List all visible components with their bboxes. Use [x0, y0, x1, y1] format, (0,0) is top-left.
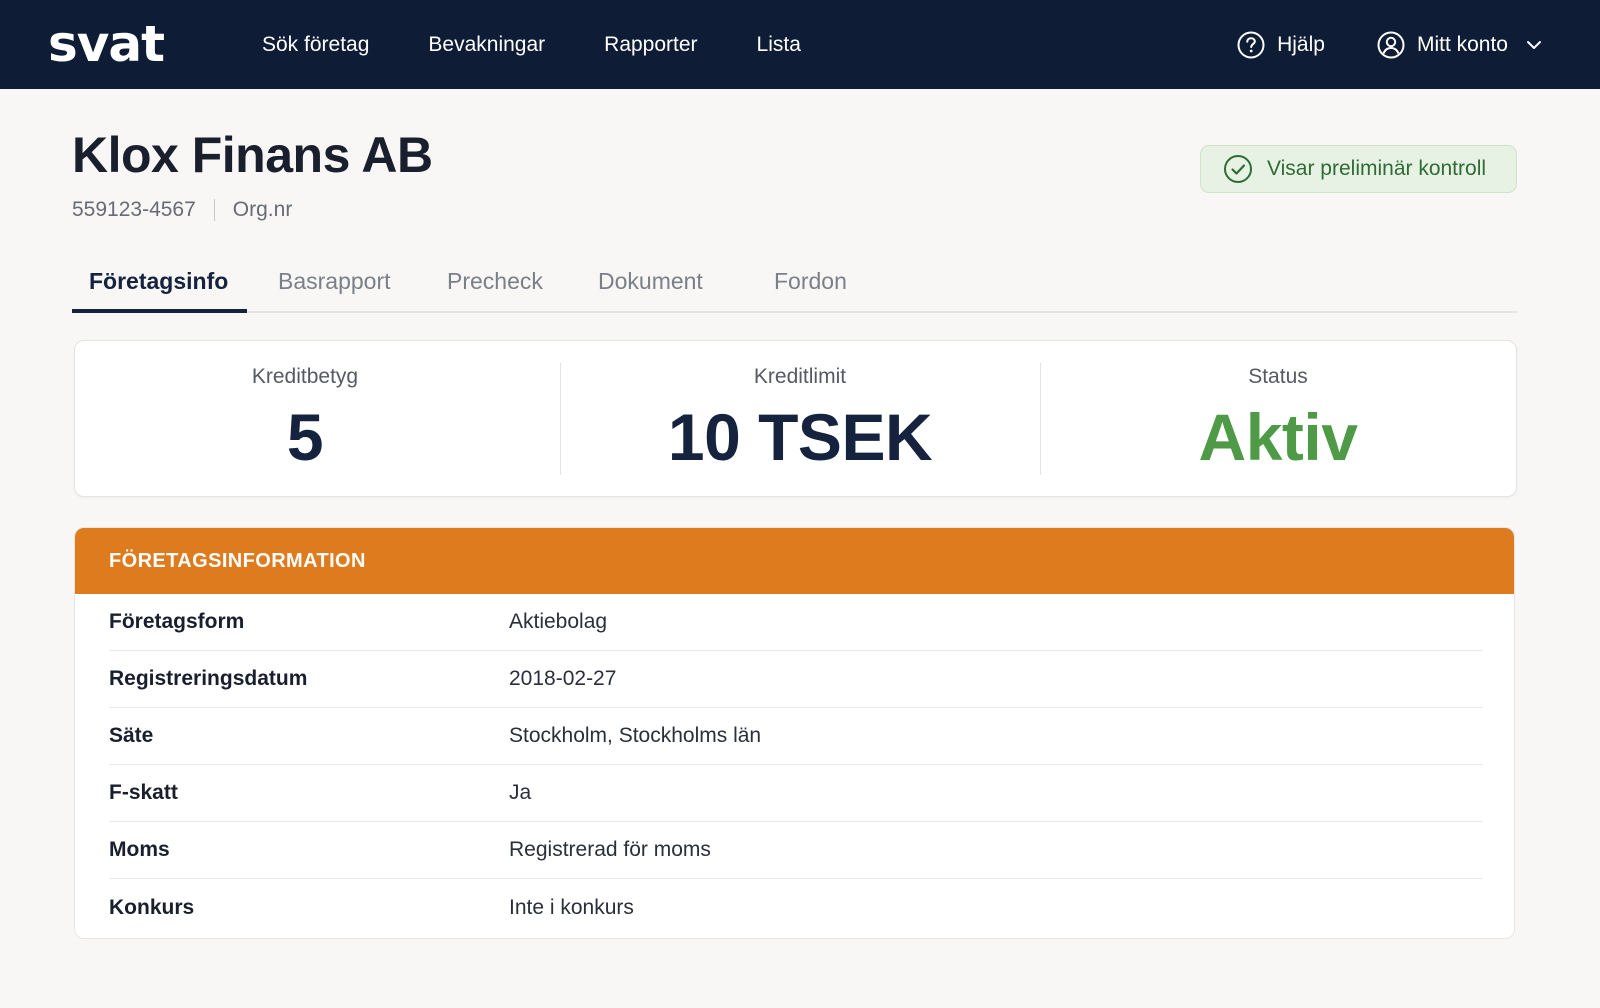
nav-right: Hjälp Mitt konto [1237, 0, 1542, 89]
help-circle-icon [1237, 31, 1265, 59]
account-menu-button[interactable]: Mitt konto [1377, 31, 1542, 59]
metric-value: 10 TSEK [667, 400, 933, 474]
company-org-info: 559123-4567 Org.nr [72, 198, 292, 222]
table-row: Registreringsdatum 2018-02-27 [109, 651, 1483, 708]
nav-item-bevakningar[interactable]: Bevakningar [428, 33, 545, 57]
status-value: Aktiv [1198, 400, 1358, 474]
active-tab-indicator [72, 309, 247, 313]
metric-value: 5 [286, 400, 324, 474]
tab-basrapport[interactable]: Basrapport [278, 268, 391, 295]
help-label: Hjälp [1277, 32, 1325, 56]
row-value: Registrerad för moms [509, 838, 711, 861]
row-key: Registreringsdatum [109, 667, 308, 690]
tab-fordon[interactable]: Fordon [774, 268, 847, 295]
row-key: F-skatt [109, 781, 178, 804]
metric-label: Kreditlimit [753, 365, 847, 388]
nav-item-sok-foretag[interactable]: Sök företag [262, 33, 369, 57]
table-row: Moms Registrerad för moms [109, 822, 1483, 879]
row-key: Moms [109, 838, 170, 861]
org-label: Org.nr [232, 198, 293, 221]
row-value: Aktiebolag [509, 610, 608, 633]
row-value: Ja [509, 781, 532, 804]
metric-status: Status Aktiv [1040, 341, 1516, 498]
metric-kreditbetyg: Kreditbetyg 5 [75, 341, 535, 498]
row-key: Konkurs [109, 895, 195, 919]
metric-kreditlimit: Kreditlimit 10 TSEK [560, 341, 1040, 498]
org-number: 559123-4567 [72, 198, 196, 221]
company-name: Klox Finans AB [72, 127, 433, 183]
nav-item-lista[interactable]: Lista [757, 33, 801, 57]
row-value: 2018-02-27 [509, 667, 617, 690]
row-key: Säte [109, 724, 154, 747]
row-value: Inte i konkurs [509, 895, 634, 919]
account-label: Mitt konto [1416, 32, 1508, 56]
top-navbar: svat Sök företag Bevakningar Rapporter L… [0, 0, 1600, 89]
main-nav: Sök företag Bevakningar Rapporter Lista [262, 0, 860, 89]
nav-item-rapporter[interactable]: Rapporter [604, 33, 697, 57]
table-row: F-skatt Ja [109, 765, 1483, 822]
brand-logo[interactable]: svat [48, 14, 165, 74]
user-circle-icon [1377, 31, 1405, 59]
row-key: Företagsform [109, 610, 245, 633]
divider [213, 199, 215, 221]
preliminary-check-badge: Visar preliminär kontroll [1200, 145, 1517, 193]
table-row: Konkurs Inte i konkurs [109, 879, 1483, 936]
table-row: Säte Stockholm, Stockholms län [109, 708, 1483, 765]
help-button[interactable]: Hjälp [1237, 31, 1325, 59]
tab-foretagsinfo[interactable]: Företagsinfo [89, 268, 228, 295]
metric-label: Status [1248, 365, 1308, 388]
metric-label: Kreditbetyg [251, 365, 359, 388]
badge-label: Visar preliminär kontroll [1267, 157, 1487, 180]
tab-dokument[interactable]: Dokument [598, 268, 703, 295]
company-information-card: FÖRETAGSINFORMATION Företagsform Aktiebo… [74, 527, 1515, 939]
company-tabs: Företagsinfo Basrapport Precheck Dokumen… [72, 258, 1517, 313]
tab-precheck[interactable]: Precheck [447, 268, 543, 295]
table-row: Företagsform Aktiebolag [109, 594, 1483, 651]
credit-summary-card: Kreditbetyg 5 Kreditlimit 10 TSEK Status… [74, 340, 1517, 497]
section-header: FÖRETAGSINFORMATION [75, 528, 1514, 594]
check-circle-icon [1223, 154, 1253, 184]
chevron-down-icon [1526, 40, 1542, 50]
row-value: Stockholm, Stockholms län [509, 724, 762, 747]
